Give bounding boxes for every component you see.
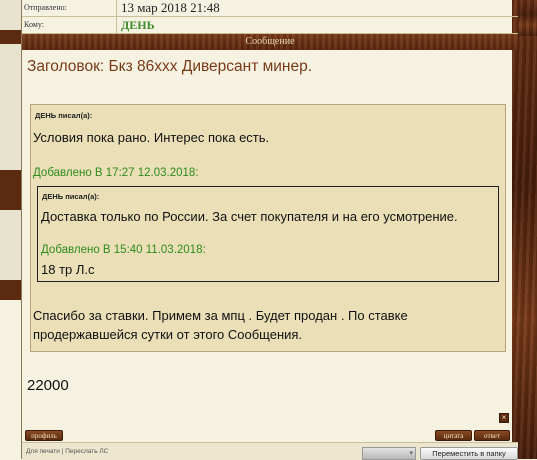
nested-quote-block: ДЕНЬ писал(а): Доставка только по России… [37,186,499,282]
left-divider [0,0,22,459]
print-forward-link[interactable]: Для печати | Переслать ЛС [26,448,108,455]
sent-label: Отправлено: [24,3,67,12]
message-header-bar: Сообщение [22,34,518,50]
nested-quote-text2: 18 тр Л.с [41,262,95,277]
to-label: Кому: [24,20,44,29]
quote-text: Условия пока рано. Интерес пока есть. [33,130,270,145]
recipient-name[interactable]: ДЕНЬ [121,18,155,33]
to-value-cell: ДЕНЬ [116,17,518,34]
quote-added: Добавлено В 17:27 12.03.2018: [33,167,199,179]
sent-row: Отправлено: 13 мар 2018 21:48 [22,0,518,17]
message-body-text: Спасибо за ставки. Примем за мпц . Будет… [33,308,408,342]
close-icon[interactable]: × [499,413,509,423]
move-to-folder-button[interactable]: Переместить в папку [420,447,518,460]
message-header-label: Сообщение [245,36,295,47]
to-row: Кому: ДЕНЬ [22,17,518,34]
quote-author: ДЕНЬ писал(а): [35,111,93,120]
reply-button[interactable]: ответ [474,430,510,441]
nested-quote-added: Добавлено В 15:40 11.03.2018: [41,244,206,256]
corner-frame [518,0,537,36]
sent-date: 13 мар 2018 21:48 [121,0,220,15]
footer-bar: Для печати | Переслать ЛС Переместить в … [22,442,518,460]
quote-button[interactable]: цитата [435,430,472,441]
message-subject: Заголовок: Бкз 86ххх Диверсант минер. [27,58,313,75]
right-frame [512,0,537,459]
folder-select[interactable] [362,447,416,460]
sent-value-cell: 13 мар 2018 21:48 [116,0,518,17]
profile-button[interactable]: профиль [25,430,63,441]
message-price: 22000 [27,377,69,394]
nested-quote-author: ДЕНЬ писал(а): [42,192,100,201]
nested-quote-text: Доставка только по России. За счет покуп… [41,209,458,224]
